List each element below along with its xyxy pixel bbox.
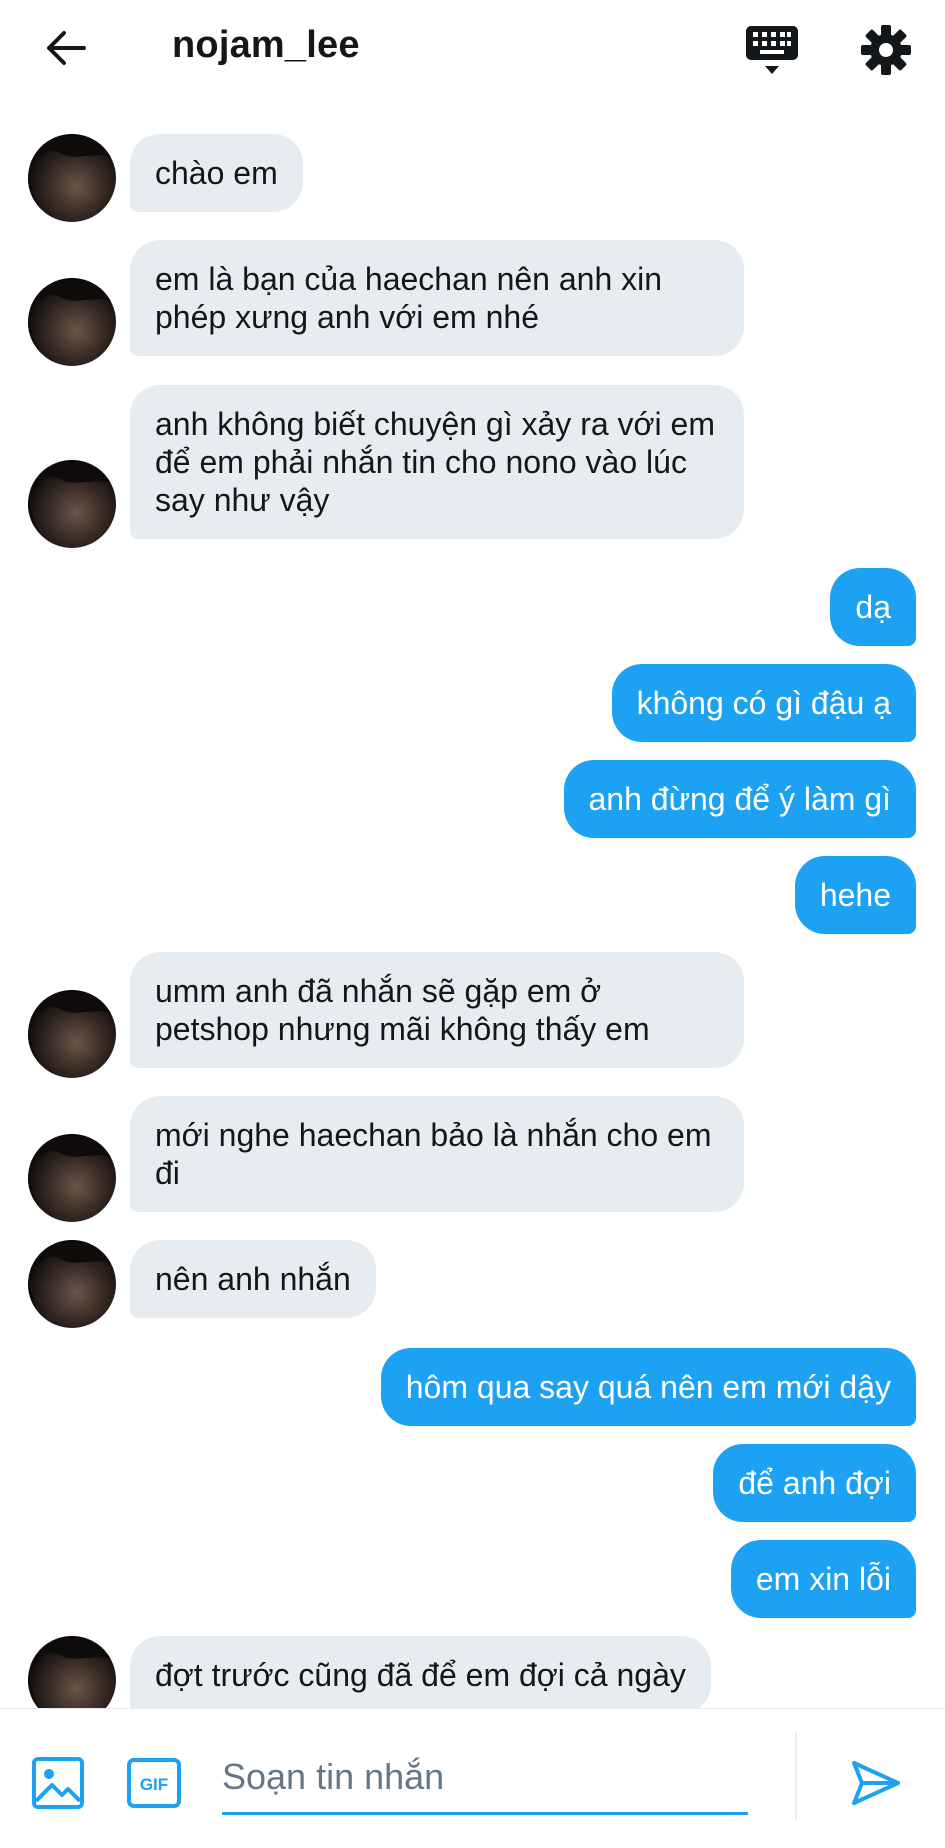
message-bubble-received: anh không biết chuyện gì xảy ra với em đ… bbox=[130, 385, 744, 539]
message-bubble-sent: em xin lỗi bbox=[730, 1540, 916, 1618]
conversation-title: nojam_lee bbox=[172, 24, 360, 66]
add-image-button[interactable] bbox=[30, 1755, 86, 1811]
message-bubble-sent: hehe bbox=[794, 856, 916, 934]
message-list[interactable]: chào em em là bạn của haechan nên anh xi… bbox=[0, 100, 945, 1710]
avatar[interactable] bbox=[28, 1636, 116, 1710]
message-bubble-sent: không có gì đậu ạ bbox=[611, 664, 916, 742]
avatar[interactable] bbox=[28, 1240, 116, 1328]
message-bubble-sent: dạ bbox=[830, 568, 916, 646]
gif-icon: GIF bbox=[127, 1758, 181, 1808]
add-gif-button[interactable]: GIF bbox=[126, 1757, 182, 1809]
message-input[interactable] bbox=[222, 1745, 748, 1815]
message-bubble-received: nên anh nhắn bbox=[130, 1240, 376, 1318]
message-bubble-received: đợt trước cũng đã để em đợi cả ngày bbox=[130, 1636, 711, 1710]
keyboard-icon bbox=[746, 26, 798, 74]
avatar[interactable] bbox=[28, 134, 116, 222]
composer-divider bbox=[795, 1733, 797, 1819]
message-composer: GIF bbox=[0, 1708, 945, 1848]
message-bubble-sent: anh đừng để ý làm gì bbox=[563, 760, 916, 838]
arrow-left-icon bbox=[47, 31, 86, 65]
message-bubble-received: umm anh đã nhắn sẽ gặp em ở petshop nhưn… bbox=[130, 952, 744, 1068]
keyboard-button[interactable] bbox=[742, 22, 802, 78]
avatar[interactable] bbox=[28, 460, 116, 548]
image-icon bbox=[32, 1757, 84, 1809]
profile-photo bbox=[28, 1134, 116, 1222]
settings-button[interactable] bbox=[858, 22, 914, 78]
avatar[interactable] bbox=[28, 990, 116, 1078]
message-bubble-received: chào em bbox=[130, 134, 303, 212]
profile-photo bbox=[28, 990, 116, 1078]
header: nojam_lee bbox=[0, 0, 945, 100]
avatar[interactable] bbox=[28, 1134, 116, 1222]
profile-photo bbox=[28, 134, 116, 222]
back-button[interactable] bbox=[40, 26, 92, 70]
send-icon bbox=[852, 1761, 900, 1805]
message-bubble-received: mới nghe haechan bảo là nhắn cho em đi bbox=[130, 1096, 744, 1212]
send-button[interactable] bbox=[848, 1755, 904, 1811]
gif-label: GIF bbox=[140, 1775, 168, 1794]
message-bubble-sent: để anh đợi bbox=[713, 1444, 916, 1522]
avatar[interactable] bbox=[28, 278, 116, 366]
message-bubble-received: em là bạn của haechan nên anh xin phép x… bbox=[130, 240, 744, 356]
profile-photo bbox=[28, 460, 116, 548]
profile-photo bbox=[28, 1636, 116, 1710]
profile-photo bbox=[28, 1240, 116, 1328]
message-bubble-sent: hôm qua say quá nên em mới dậy bbox=[380, 1348, 916, 1426]
profile-photo bbox=[28, 278, 116, 366]
gear-icon bbox=[861, 25, 911, 75]
